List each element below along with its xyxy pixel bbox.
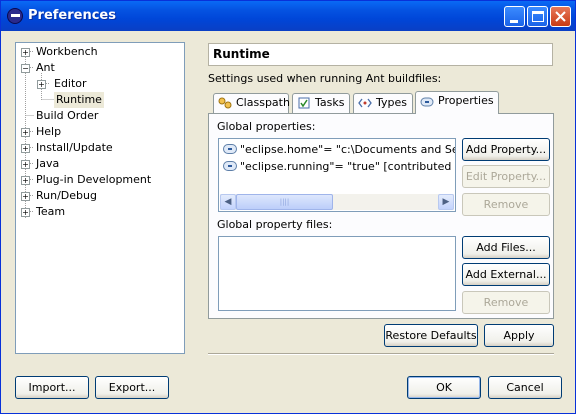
tab-tasks[interactable]: Tasks (292, 93, 350, 113)
minimize-icon (510, 20, 518, 23)
tree-item-label-selected: Runtime (54, 92, 104, 108)
expand-icon[interactable]: + (21, 160, 30, 169)
title-bar[interactable]: Preferences (1, 1, 575, 31)
property-row-eclipse-running[interactable]: "eclipse.running"= "true" [contributed b… (223, 159, 455, 175)
restore-defaults-button[interactable]: Restore Defaults (384, 324, 478, 347)
tasks-icon (298, 97, 310, 109)
remove-file-button[interactable]: Remove (462, 291, 550, 314)
tree-item-label: Team (36, 205, 66, 218)
tab-label: Classpath (236, 96, 290, 109)
tree-item-label: Editor (54, 77, 87, 90)
global-properties-label: Global properties: (217, 120, 316, 133)
cancel-button[interactable]: Cancel (488, 376, 562, 399)
expand-icon[interactable]: + (21, 128, 30, 137)
tree-item-label: Install/Update (36, 141, 113, 154)
property-text: "eclipse.running"= "true" [contributed b… (240, 160, 455, 173)
property-row-eclipse-home[interactable]: "eclipse.home"= "c:\Documents and Settin… (223, 142, 455, 158)
properties-icon (420, 97, 434, 107)
tree-item-label: Help (36, 125, 62, 138)
add-external-button[interactable]: Add External... (462, 263, 550, 286)
tab-types[interactable]: Types (353, 93, 413, 113)
apply-button[interactable]: Apply (484, 324, 554, 347)
scroll-left-button[interactable]: ◀ (220, 194, 236, 210)
tree-item-label: Workbench (36, 45, 98, 58)
tree-item-ant[interactable]: − Ant (16, 60, 184, 76)
tree-item-label: Plug-in Development (36, 173, 152, 186)
tree-item-runtime[interactable]: Runtime (16, 92, 184, 108)
separator (208, 353, 554, 355)
add-files-button[interactable]: Add Files... (462, 236, 550, 259)
tree-item-java[interactable]: + Java (16, 156, 184, 172)
export-button[interactable]: Export... (95, 376, 169, 399)
scroll-thumb[interactable]: |||| (236, 194, 333, 210)
expand-icon[interactable]: + (21, 192, 30, 201)
types-icon (358, 98, 372, 108)
collapse-icon[interactable]: − (21, 64, 30, 73)
tab-label: Tasks (315, 96, 345, 109)
tab-properties[interactable]: Properties (415, 91, 499, 114)
tab-label: Types (376, 96, 407, 109)
global-property-files-list[interactable] (218, 236, 456, 311)
scroll-right-button[interactable]: ▶ (438, 194, 454, 210)
properties-tab-pane: Global properties: "eclipse.home"= "c:\D… (208, 113, 554, 319)
minimize-button[interactable] (504, 6, 525, 27)
expand-icon[interactable]: + (21, 208, 30, 217)
tree-item-run-debug[interactable]: + Run/Debug (16, 188, 184, 204)
tree-item-label: Run/Debug (36, 189, 97, 202)
tree-item-team[interactable]: + Team (16, 204, 184, 220)
maximize-button[interactable] (527, 6, 548, 27)
classpath-icon (218, 97, 232, 109)
tab-classpath[interactable]: Classpath (213, 93, 290, 113)
expand-icon[interactable]: + (21, 176, 30, 185)
close-icon (555, 11, 566, 22)
tree-item-label: Ant (36, 61, 55, 74)
remove-property-button[interactable]: Remove (462, 193, 550, 216)
add-property-button[interactable]: Add Property... (462, 138, 550, 161)
tree-item-help[interactable]: + Help (16, 124, 184, 140)
tree-item-label: Java (36, 157, 60, 170)
tree-item-plugin-development[interactable]: + Plug-in Development (16, 172, 184, 188)
page-title: Runtime (208, 43, 553, 66)
expand-icon[interactable]: + (37, 80, 46, 89)
ok-button[interactable]: OK (407, 376, 481, 399)
global-property-files-label: Global property files: (217, 218, 333, 231)
expand-icon[interactable]: + (21, 48, 30, 57)
property-text: "eclipse.home"= "c:\Documents and Settin… (240, 143, 455, 156)
page-description: Settings used when running Ant buildfile… (208, 72, 442, 85)
eclipse-icon (7, 8, 23, 24)
tree-item-label: Build Order (36, 109, 99, 122)
preferences-window: Preferences + Workbench − Ant + Editor R… (0, 0, 576, 414)
tree-item-editor[interactable]: + Editor (16, 76, 184, 92)
property-icon (223, 161, 237, 171)
tree-item-build-order[interactable]: Build Order (16, 108, 184, 124)
property-icon (223, 144, 237, 154)
expand-icon[interactable]: + (21, 144, 30, 153)
close-button[interactable] (550, 6, 571, 27)
tab-label: Properties (438, 94, 494, 107)
horizontal-scrollbar[interactable]: ◀ |||| ▶ (220, 194, 454, 210)
edit-property-button[interactable]: Edit Property... (462, 165, 550, 188)
maximize-icon (532, 11, 544, 22)
tree-item-install-update[interactable]: + Install/Update (16, 140, 184, 156)
global-properties-list[interactable]: "eclipse.home"= "c:\Documents and Settin… (218, 138, 456, 212)
window-title: Preferences (28, 8, 116, 23)
tree-item-workbench[interactable]: + Workbench (16, 44, 184, 60)
import-button[interactable]: Import... (15, 376, 89, 399)
preference-tree[interactable]: + Workbench − Ant + Editor Runtime Build… (15, 42, 185, 354)
